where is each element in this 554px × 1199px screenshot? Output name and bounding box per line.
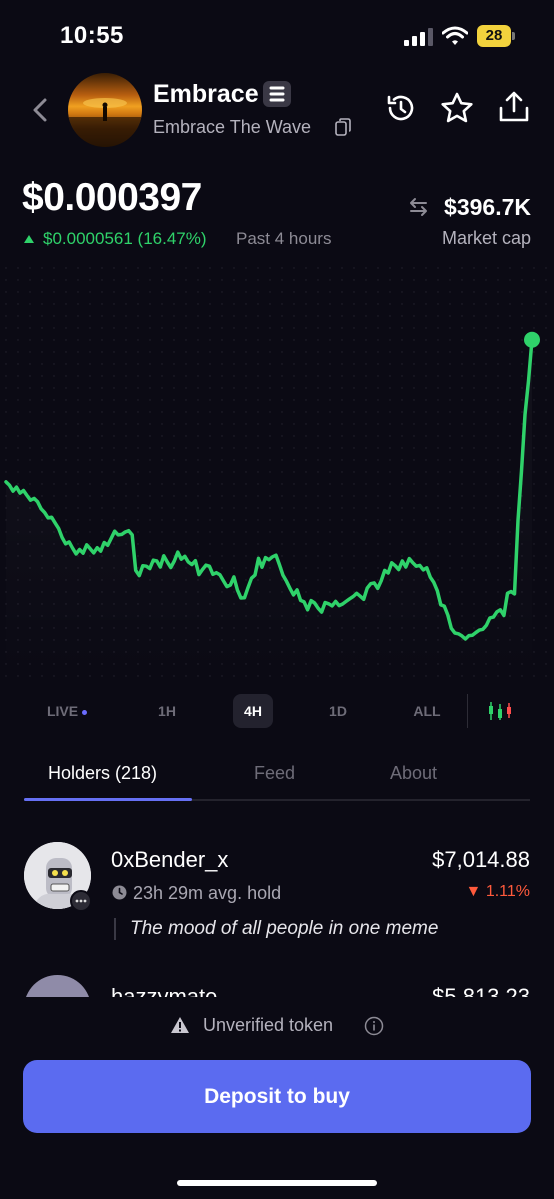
current-price-point [524,331,540,348]
unverified-token-label: Unverified token [203,1015,334,1035]
copy-icon[interactable] [335,118,351,136]
current-price: $0.000397 [22,176,202,219]
token-subtitle: Embrace The Wave [153,117,312,137]
range-4h[interactable]: 4H [233,694,273,728]
status-time: 10:55 [60,22,124,49]
battery-level: 28 [477,25,511,47]
range-divider [467,694,468,728]
chat-bubble-icon [70,890,92,912]
price-chart[interactable] [0,262,554,680]
wifi-icon [442,26,468,45]
tab-feed[interactable]: Feed [254,763,295,784]
live-dot-icon [82,709,88,715]
holder-value: $7,014.88 [432,847,530,872]
holder-row-partial: hazzymate $5,813.23 [0,975,554,997]
deposit-to-buy-button[interactable]: Deposit to buy [23,1060,531,1133]
range-all[interactable]: ALL [404,694,450,728]
range-1d[interactable]: 1D [318,694,358,728]
price-period: Past 4 hours [236,229,332,248]
holder-name[interactable]: hazzymate [111,984,217,997]
quote-bar [114,918,116,940]
range-selector: LIVE 1H 4H 1D ALL [0,694,554,730]
price-change: $0.0000561 (16.47%) [43,229,207,248]
market-cap-value: $396.7K [444,194,531,220]
share-icon[interactable] [497,90,531,124]
holder-avg-hold: 23h 29m avg. hold [133,883,282,903]
candlestick-icon[interactable] [488,700,512,722]
swap-arrows-icon[interactable] [407,197,429,217]
holder-change: ▼ 1.11% [465,883,530,900]
range-live[interactable]: LIVE [40,694,94,728]
menu-lines-icon[interactable] [263,81,291,107]
holder-avatar[interactable] [24,975,91,997]
home-indicator [177,1180,377,1186]
holder-value: $5,813.23 [432,984,530,997]
holder-name[interactable]: 0xBender_x [111,847,228,873]
tab-about[interactable]: About [390,763,437,784]
warning-icon [171,1017,189,1033]
cellular-signal-icon [404,28,433,46]
history-icon[interactable] [385,92,417,124]
info-icon[interactable] [364,1016,384,1036]
down-triangle-icon: ▼ [465,883,486,900]
battery-icon: 28 [477,25,517,47]
up-triangle-icon [24,235,34,243]
range-1h[interactable]: 1H [147,694,187,728]
clock-icon [112,885,127,900]
star-icon[interactable] [440,92,474,124]
tab-holders[interactable]: Holders (218) [48,763,157,784]
holder-quote: The mood of all people in one meme [130,918,439,939]
back-chevron-icon[interactable] [30,96,50,124]
token-avatar [68,73,142,147]
token-title: Embrace [153,80,259,108]
tab-indicator [24,798,192,801]
market-cap-label: Market cap [441,228,531,248]
